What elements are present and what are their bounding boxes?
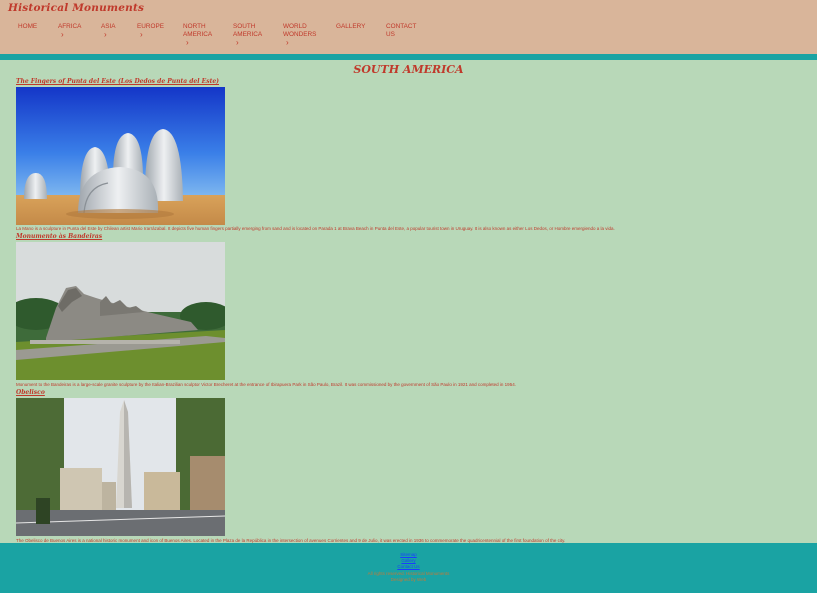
nav-item-south-america[interactable]: SOUTH AMERICA › (233, 23, 269, 47)
chevron-right-icon: › (186, 38, 189, 47)
footer-link-contact[interactable]: Contact Us (0, 564, 817, 569)
header-divider (0, 54, 817, 60)
monument-caption: La Mano is a sculpture in Punta del Este… (16, 226, 615, 231)
nav-item-gallery[interactable]: GALLERY (336, 23, 380, 31)
footer-credit: Designed by Web (390, 577, 427, 582)
nav-item-label: AFRICA (58, 23, 82, 30)
nav-item-label: ASIA (101, 23, 116, 30)
footer-link-gallery[interactable]: Gallery (0, 558, 817, 563)
nav-item-europe[interactable]: EUROPE › (137, 23, 181, 39)
chevron-right-icon: › (236, 38, 239, 47)
monument-title[interactable]: Obelisco (16, 389, 45, 396)
monument-caption: Monument to the Bandeiras is a large-sca… (16, 382, 516, 387)
nav-item-label: GALLERY (336, 23, 366, 30)
page-title: SOUTH AMERICA (353, 63, 464, 76)
monument-title[interactable]: The Fingers of Punta del Este (Los Dedos… (16, 78, 219, 85)
nav-item-world-wonders[interactable]: WORLD WONDERS › (283, 23, 321, 47)
footer-link-sitemap[interactable]: Sitemap (0, 552, 817, 557)
monument-title[interactable]: Monumento às Bandeiras (16, 233, 102, 240)
nav-item-africa[interactable]: AFRICA › (58, 23, 102, 39)
nav-item-home[interactable]: HOME (18, 23, 62, 31)
nav-item-label: EUROPE (137, 23, 164, 30)
nav-item-north-america[interactable]: NORTH AMERICA › (183, 23, 219, 47)
site-footer: Sitemap Gallery Contact Us All rights re… (0, 543, 817, 593)
nav-item-label: HOME (18, 23, 38, 30)
site-title[interactable]: Historical Monuments (8, 2, 144, 14)
monument-image-bandeiras (16, 242, 225, 380)
chevron-right-icon: › (140, 30, 143, 39)
chevron-right-icon: › (61, 30, 64, 39)
nav-item-label: NORTH AMERICA (183, 23, 213, 38)
nav-item-label: WORLD WONDERS (283, 23, 317, 38)
monument-image-fingers (16, 87, 225, 225)
nav-item-contact-us[interactable]: CONTACT US (386, 23, 420, 39)
nav-item-label: CONTACT US (386, 23, 417, 38)
monument-image-obelisco (16, 398, 225, 536)
site-header: Historical Monuments HOME AFRICA › ASIA › … (0, 0, 817, 54)
nav-item-label: SOUTH AMERICA (233, 23, 263, 38)
chevron-right-icon: › (286, 38, 289, 47)
footer-copyright: All rights reserved. Historical Monument… (367, 571, 450, 576)
